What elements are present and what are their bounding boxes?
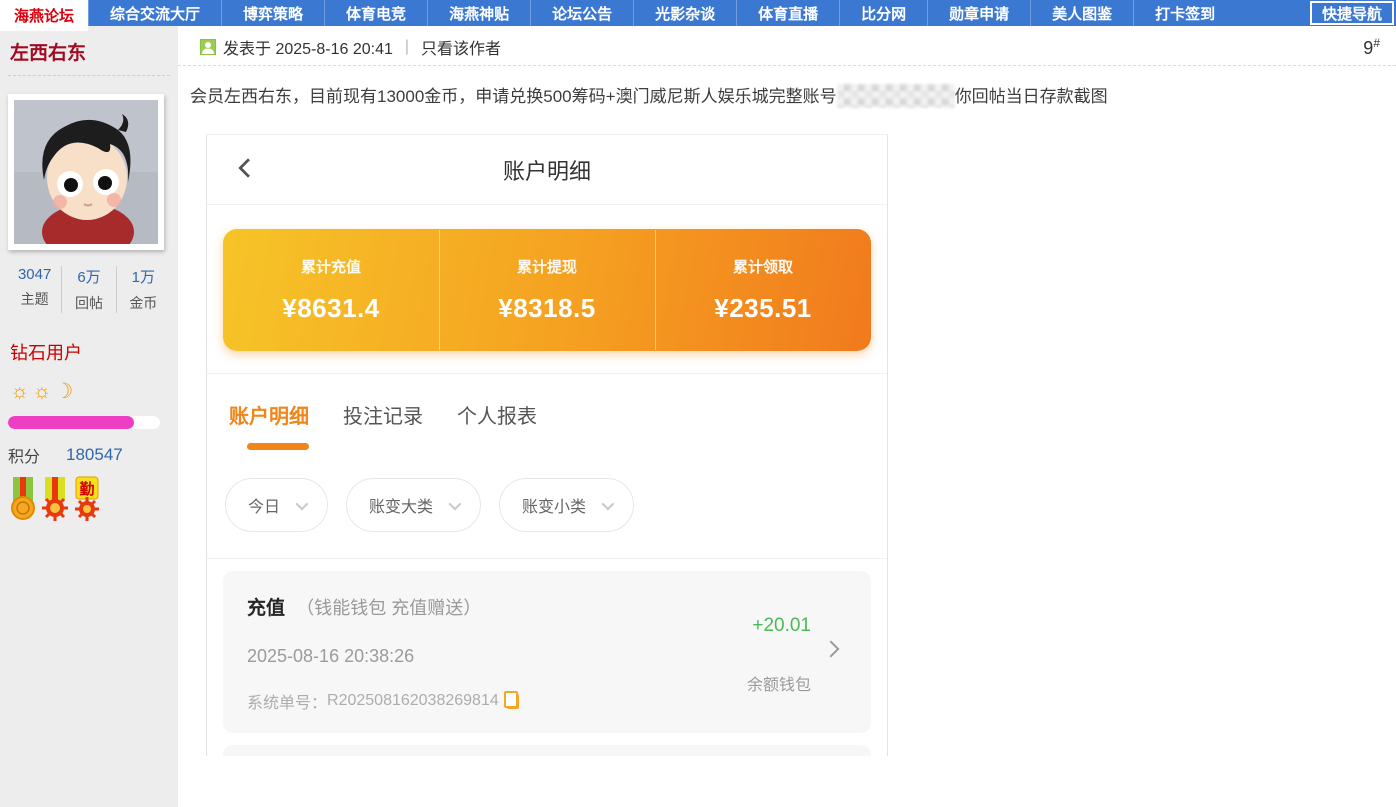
filter-date-label: 今日 [248,493,280,517]
record-type: 充值 [247,598,285,619]
nav-item-medal-apply[interactable]: 勋章申请 [927,0,1030,26]
nav-item-strategy[interactable]: 博弈策略 [221,0,324,26]
total-withdraw: 累计提现 ¥8318.5 [439,256,655,324]
post-text-after-blur: 你回帖当日存款截图 [955,87,1108,106]
stat-replies[interactable]: 6万 回帖 [61,266,115,313]
nav-spacer [1236,0,1308,26]
record-item-deposit-bonus[interactable]: 充值 （钱能钱包 充值赠送） 2025-08-16 20:38:26 系统单号：… [223,571,871,733]
totals-card: 累计充值 ¥8631.4 累计提现 ¥8318.5 累计领取 ¥235.51 [223,229,871,351]
nav-tab-forum-home[interactable]: 海燕论坛 [0,0,88,31]
filter-minor-type-label: 账变小类 [522,493,586,517]
member-icon [200,39,216,55]
stat-replies-label: 回帖 [62,293,115,313]
stat-coins-value: 1万 [117,266,170,287]
nav-item-beauty-gallery[interactable]: 美人图鉴 [1030,0,1133,26]
chevron-down-icon [296,497,309,510]
record-amount: +20.01 [752,615,811,637]
author-sidebar: 左西右东 3047 主题 [0,26,178,807]
total-deposit-label: 累计充值 [223,256,439,277]
censored-blur-region [837,84,955,108]
author-stats: 3047 主题 6万 回帖 1万 金币 [8,266,170,313]
summary-section: 累计充值 ¥8631.4 累计提现 ¥8318.5 累计领取 ¥235.51 [207,205,887,374]
stat-threads-label: 主题 [8,289,61,309]
post-time: 发表于 2025-8-16 20:41 [223,35,393,59]
record-subtype: （钱能钱包 充值赠送） [296,598,481,618]
stat-coins[interactable]: 1万 金币 [116,266,170,313]
quick-nav-button[interactable]: 快捷导航 [1310,1,1394,25]
filter-date-dropdown[interactable]: 今日 [225,478,328,532]
record-item-deposit-success[interactable]: 充值 （钱能钱包 充值成功） 2025-08-16 20:38:26 +2001… [223,745,871,756]
stat-coins-label: 金币 [117,293,170,313]
level-rank-icons: ☼☼☽ [8,379,170,404]
nav-item-live-sports[interactable]: 体育直播 [736,0,839,26]
record-time: 2025-08-16 20:38:26 [247,646,813,667]
filter-major-type-dropdown[interactable]: 账变大类 [346,478,481,532]
nav-item-check-in[interactable]: 打卡签到 [1133,0,1236,26]
total-claimed-label: 累计领取 [655,256,871,277]
nav-item-esports[interactable]: 体育电竞 [324,0,427,26]
floor-number: 9# [1363,36,1380,59]
post-header: 发表于 2025-8-16 20:41 | 只看该作者 9# [178,26,1396,66]
score-progress-bar [8,416,160,429]
filter-row: 今日 账变大类 账变小类 [225,478,869,532]
tab-account-detail[interactable]: 账户明细 [229,400,309,429]
chevron-right-icon [823,641,840,658]
medal-badge-text: 勤 [79,480,94,498]
stat-replies-value: 6万 [62,266,115,287]
nav-item-lobby[interactable]: 综合交流大厅 [88,0,221,26]
total-withdraw-label: 累计提现 [439,256,655,277]
medal-icon-diligence: 勤 [72,475,102,521]
header-separator: | [405,38,409,56]
filter-minor-type-dropdown[interactable]: 账变小类 [499,478,634,532]
score-label: 积分 [8,443,40,467]
user-group-label: 钻石用户 [8,339,170,365]
tab-personal-report[interactable]: 个人报表 [457,400,537,429]
top-nav-bar: 海燕论坛 综合交流大厅 博弈策略 体育电竞 海燕神贴 论坛公告 光影杂谈 体育直… [0,0,1396,26]
app-header: 账户明细 [207,135,887,205]
copy-icon[interactable] [507,694,519,709]
post-content-area: 发表于 2025-8-16 20:41 | 只看该作者 9# 会员左西右东，目前… [178,26,1396,807]
total-deposit: 累计充值 ¥8631.4 [223,256,439,324]
active-tab-underline [247,443,309,450]
medal-icon [8,475,38,521]
nav-item-top-posts[interactable]: 海燕神贴 [427,0,530,26]
post-body-text: 会员左西右东，目前现有13000金币，申请兑换500筹码+澳门威尼斯人娱乐城完整… [190,82,1396,108]
stat-threads[interactable]: 3047 主题 [8,266,61,313]
nav-item-scores[interactable]: 比分网 [839,0,927,26]
chevron-down-icon [449,497,462,510]
filter-major-type-label: 账变大类 [369,493,433,517]
author-username[interactable]: 左西右东 [8,34,170,76]
record-order-number: R202508162038269814 [327,692,499,710]
nav-active-label: 海燕论坛 [14,5,74,26]
app-page-title: 账户明细 [503,154,591,186]
record-list: 充值 （钱能钱包 充值赠送） 2025-08-16 20:38:26 系统单号：… [207,559,887,756]
view-author-link[interactable]: 只看该作者 [421,35,501,59]
total-claimed: 累计领取 ¥235.51 [655,256,871,324]
total-claimed-value: ¥235.51 [655,293,871,324]
avatar-image [14,100,158,244]
record-wallet: 余额钱包 [747,671,811,695]
record-order-label: 系统单号： [247,689,327,713]
avatar[interactable] [8,94,164,250]
chevron-down-icon [602,497,615,510]
nav-item-announcements[interactable]: 论坛公告 [530,0,633,26]
total-deposit-value: ¥8631.4 [223,293,439,324]
total-withdraw-value: ¥8318.5 [439,293,655,324]
score-value: 180547 [66,445,123,465]
stat-threads-value: 3047 [8,266,61,283]
account-detail-screenshot: 账户明细 累计充值 ¥8631.4 累计提现 ¥8318.5 累计领取 ¥235… [206,134,888,756]
nav-item-photography[interactable]: 光影杂谈 [633,0,736,26]
tabs-section: 账户明细 投注记录 个人报表 今日 账变大类 账变小类 [207,374,887,559]
medal-icon [40,475,70,521]
back-arrow-icon[interactable] [238,158,258,178]
tab-bet-records[interactable]: 投注记录 [343,400,423,429]
score-progress-fill [8,416,134,429]
post-text-before-blur: 会员左西右东，目前现有13000金币，申请兑换500筹码+澳门威尼斯人娱乐城完整… [190,87,837,106]
